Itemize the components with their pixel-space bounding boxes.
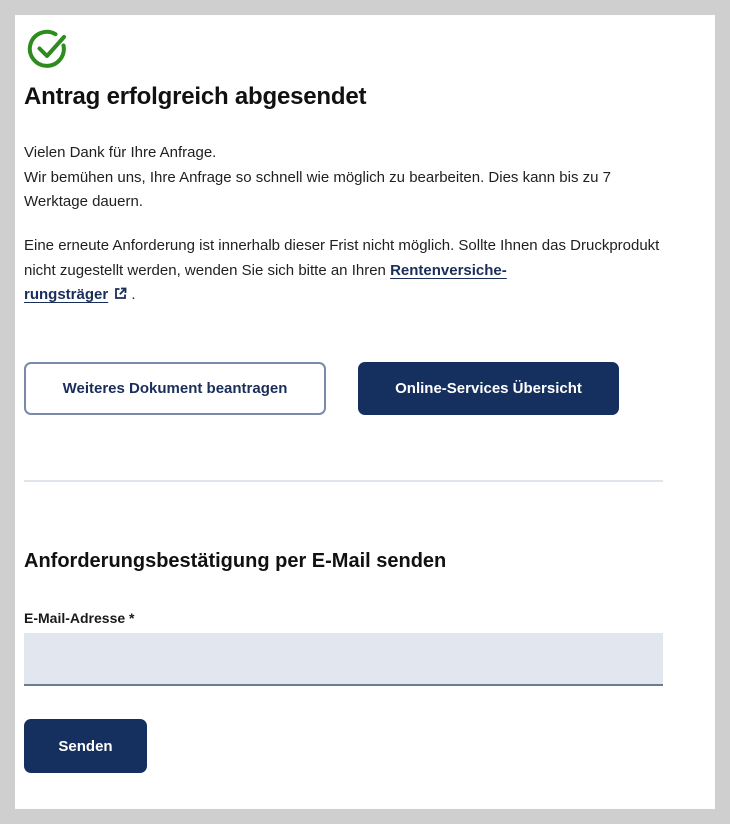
link-text-part1: Rentenversiche-: [390, 261, 507, 279]
email-field[interactable]: [24, 633, 663, 686]
email-field-label: E-Mail-Adresse *: [24, 610, 135, 626]
processing-time-text: Wir bemühen uns, Ihre Anfrage so schnell…: [24, 168, 611, 211]
link-text-part2: rungsträger: [24, 286, 109, 303]
thank-you-line: Vielen Dank für Ihre Anfrage.: [24, 144, 217, 161]
send-button[interactable]: Senden: [24, 719, 147, 773]
thank-you-message: Vielen Dank für Ihre Anfrage. Wir bemühe…: [24, 141, 664, 215]
section-divider: [24, 480, 663, 482]
info-end: .: [131, 286, 136, 303]
request-another-document-button[interactable]: Weiteres Dokument beantragen: [24, 362, 326, 415]
online-services-overview-label: Online-Services Übersicht: [395, 380, 582, 397]
send-button-label: Senden: [58, 737, 113, 755]
request-another-document-label: Weiteres Dokument beantragen: [62, 380, 288, 397]
info-paragraph: Eine erneute Anforderung ist innerhalb d…: [24, 234, 664, 308]
external-link-icon[interactable]: [114, 287, 127, 300]
online-services-overview-button[interactable]: Online-Services Übersicht: [358, 362, 619, 415]
info-text: Eine erneute Anforderung ist innerhalb d…: [24, 237, 660, 279]
page-title: Antrag erfolgreich abgesendet: [24, 83, 367, 110]
email-section-title: Anforderungsbestätigung per E-Mail sende…: [24, 550, 447, 572]
check-circle-icon: [27, 29, 66, 68]
confirmation-panel: Antrag erfolgreich abgesendet Vielen Dan…: [15, 15, 715, 809]
